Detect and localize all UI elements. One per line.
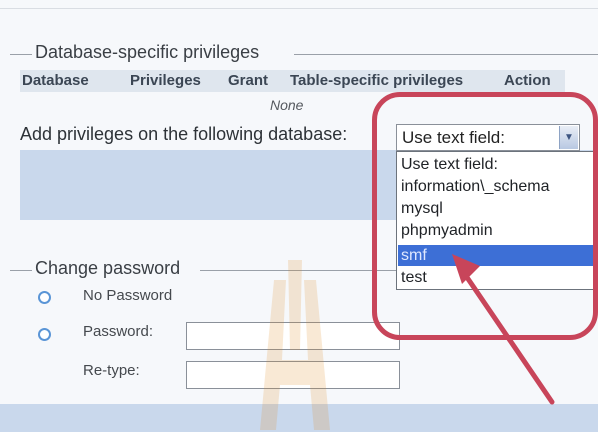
db-privileges-legend: Database-specific privileges xyxy=(32,42,263,63)
retype-label: Re-type: xyxy=(83,362,140,379)
watermark-logo xyxy=(260,260,330,430)
column-table-specific-privileges[interactable]: Table-specific privileges xyxy=(290,72,463,89)
form-footer-bar xyxy=(20,150,396,220)
fieldset-border-right xyxy=(294,54,598,55)
column-privileges[interactable]: Privileges xyxy=(130,72,201,89)
top-divider xyxy=(0,8,598,9)
arrow-annotation-icon xyxy=(452,254,555,405)
password-radio[interactable] xyxy=(38,328,51,341)
fieldset-border-left xyxy=(10,54,32,55)
empty-table-text: None xyxy=(270,97,304,113)
fieldset-border-left xyxy=(10,270,32,271)
privileges-table-header: Database Privileges Grant Table-specific… xyxy=(20,70,565,92)
change-password-legend: Change password xyxy=(32,258,184,279)
password-label: Password: xyxy=(83,323,154,340)
add-privileges-label: Add privileges on the following database… xyxy=(20,124,348,144)
column-grant[interactable]: Grant xyxy=(228,72,268,89)
no-password-label: No Password xyxy=(83,287,173,304)
no-password-radio[interactable] xyxy=(38,291,51,304)
column-action[interactable]: Action xyxy=(504,72,551,89)
column-database[interactable]: Database xyxy=(22,72,89,89)
